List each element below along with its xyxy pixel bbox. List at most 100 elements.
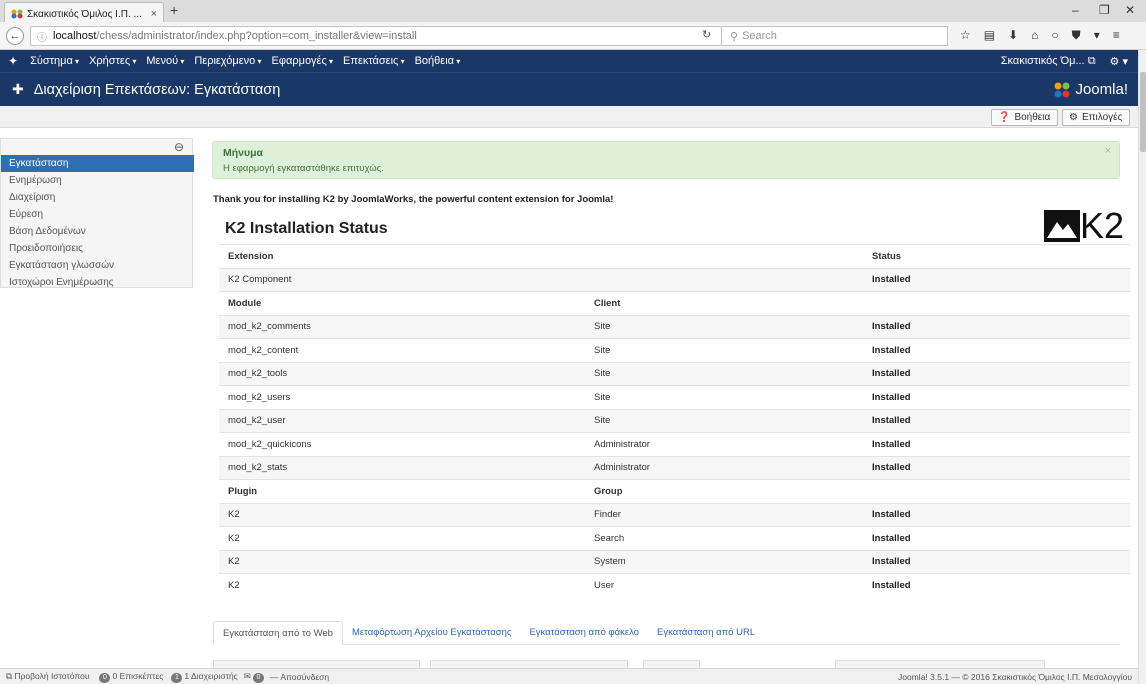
- tab-install-from-web[interactable]: Εγκατάσταση από το Web: [213, 621, 343, 645]
- vertical-scrollbar[interactable]: [1138, 50, 1146, 684]
- joomla-menu-logo-icon[interactable]: ✦: [8, 54, 18, 68]
- table-row: mod_k2_user Site Installed: [219, 408, 1130, 433]
- hamburger-menu-icon[interactable]: ≡: [1113, 28, 1120, 43]
- messages-badge[interactable]: ✉ 0: [244, 671, 266, 683]
- module-status: Installed: [863, 361, 1130, 386]
- scrollbar-thumb[interactable]: [1140, 72, 1146, 152]
- sidebar-collapse-icon[interactable]: ⊖: [174, 140, 184, 154]
- extension-icon[interactable]: ⛊: [1072, 28, 1081, 43]
- tab-install-from-folder[interactable]: Εγκατάσταση από φάκελο: [520, 621, 648, 645]
- header-module: Module: [219, 291, 585, 315]
- k2-mountain-icon: [1044, 210, 1080, 242]
- download-icon[interactable]: ⬇: [1008, 28, 1018, 43]
- header-status: Status: [863, 244, 1130, 268]
- table-row: K2 Search Installed: [219, 526, 1130, 550]
- gear-icon: ⚙: [1069, 112, 1078, 123]
- pocket-icon[interactable]: ○: [1051, 28, 1058, 43]
- new-tab-button[interactable]: +: [170, 2, 178, 18]
- sidebar-item-install[interactable]: Εγκατάσταση: [1, 155, 194, 172]
- overflow-chevron-icon[interactable]: ▾: [1094, 28, 1100, 43]
- sidebar-item-update-sites[interactable]: Ιστοχώροι Ενημέρωσης: [1, 274, 194, 291]
- table-row: K2 Component Installed: [219, 267, 1130, 292]
- module-name: mod_k2_user: [219, 408, 585, 433]
- admins-count: 1: [171, 672, 183, 683]
- sidebar-item-discover[interactable]: Εύρεση: [1, 206, 194, 223]
- restore-icon[interactable]: ❐: [1099, 3, 1110, 17]
- table-row: K2 System Installed: [219, 549, 1130, 574]
- window-close-icon[interactable]: ✕: [1125, 3, 1135, 17]
- plugin-status: Installed: [863, 549, 1130, 574]
- preview-site-link[interactable]: ⧉ Προβολή Ιστοτόπου: [6, 671, 89, 682]
- module-name: mod_k2_stats: [219, 455, 585, 480]
- question-icon: ❓: [998, 112, 1011, 123]
- module-client: Site: [585, 338, 863, 362]
- component-client: [585, 267, 863, 292]
- sidebar-item-update[interactable]: Ενημέρωση: [1, 172, 194, 189]
- alert-close-icon[interactable]: ×: [1105, 145, 1111, 157]
- table-row: K2 Finder Installed: [219, 502, 1130, 527]
- tab-install-from-url[interactable]: Εγκατάσταση από URL: [648, 621, 764, 645]
- external-link-icon: ⧉: [1087, 54, 1096, 67]
- plugin-name: K2: [219, 549, 585, 574]
- component-name: K2 Component: [219, 267, 585, 292]
- alert-message: Η εφαρμογή εγκαταστάθηκε επιτυχώς.: [223, 163, 384, 174]
- plugin-status: Installed: [863, 502, 1130, 527]
- module-name: mod_k2_content: [219, 338, 585, 362]
- sidebar-item-install-languages[interactable]: Εγκατάσταση γλωσσών: [1, 257, 194, 274]
- joomla-logo-icon: [1054, 82, 1070, 97]
- partial-button-group[interactable]: [643, 660, 700, 668]
- partial-filter-field[interactable]: [835, 660, 1045, 668]
- sidebar-item-manage[interactable]: Διαχείριση: [1, 189, 194, 206]
- reload-icon[interactable]: ↻: [702, 28, 711, 41]
- plugin-name: K2: [219, 573, 585, 597]
- module-status: Installed: [863, 432, 1130, 456]
- menu-content[interactable]: Περιεχόμενο: [194, 55, 261, 67]
- menu-system[interactable]: Σύστημα: [30, 55, 79, 67]
- table-row: K2 User Installed: [219, 573, 1130, 597]
- options-button[interactable]: ⚙ Επιλογές: [1062, 109, 1130, 126]
- plugin-group: System: [585, 549, 863, 574]
- menu-right: Σκακιστικός Όμ... ⧉ ⚙ ▾: [1001, 55, 1128, 68]
- minimize-icon[interactable]: –: [1072, 3, 1079, 17]
- logout-link[interactable]: — Αποσύνδεση: [270, 672, 329, 682]
- module-client: Site: [585, 408, 863, 433]
- search-placeholder: Search: [742, 30, 777, 42]
- visitors-badge: 00 Επισκέπτες: [97, 671, 163, 683]
- table-row: mod_k2_content Site Installed: [219, 338, 1130, 362]
- tab-upload-package[interactable]: Μεταφόρτωση Αρχείου Εγκατάστασης: [343, 621, 520, 645]
- k2-logo-text: K2: [1080, 205, 1125, 246]
- menu-users[interactable]: Χρήστες: [89, 55, 136, 67]
- joomla-brand-logo: Joomla!: [1053, 81, 1128, 98]
- browser-tab[interactable]: Σκακιστικός Όμιλος Ι.Π. ... ×: [4, 2, 164, 22]
- back-arrow-icon[interactable]: ←: [6, 27, 24, 45]
- tab-close-icon[interactable]: ×: [151, 8, 157, 20]
- module-status: Installed: [863, 314, 1130, 339]
- module-name: mod_k2_quickicons: [219, 432, 585, 456]
- browser-search-input[interactable]: ⚲ Search: [722, 26, 948, 46]
- menu-components[interactable]: Εφαρμογές: [272, 55, 334, 67]
- alert-title: Μήνυμα: [223, 147, 263, 159]
- table-header-row: Extension Status: [219, 244, 1130, 268]
- home-icon[interactable]: ⌂: [1031, 28, 1038, 43]
- url-bar[interactable]: ⓘ localhost/chess/administrator/index.ph…: [30, 26, 722, 46]
- module-client: Administrator: [585, 455, 863, 480]
- reading-list-icon[interactable]: ▤: [984, 28, 995, 43]
- sidebar-item-database[interactable]: Βάση Δεδομένων: [1, 223, 194, 240]
- header-empty: [863, 291, 1130, 315]
- info-icon[interactable]: ⓘ: [37, 29, 47, 44]
- sidebar-nav: Εγκατάσταση Ενημέρωση Διαχείριση Εύρεση …: [1, 155, 194, 291]
- bookmark-star-icon[interactable]: ☆: [960, 28, 971, 43]
- module-name: mod_k2_comments: [219, 314, 585, 339]
- menu-help[interactable]: Βοήθεια: [415, 55, 461, 67]
- help-button[interactable]: ❓ Βοήθεια: [991, 109, 1058, 126]
- plugin-status: Installed: [863, 526, 1130, 550]
- page-title: Διαχείριση Επεκτάσεων: Εγκατάσταση: [33, 81, 281, 98]
- partial-search-field[interactable]: [430, 660, 628, 668]
- minus-icon: —: [269, 671, 279, 682]
- menu-extensions[interactable]: Επεκτάσεις: [343, 55, 405, 67]
- menu-menus[interactable]: Μενού: [146, 55, 184, 67]
- user-gear-icon[interactable]: ⚙ ▾: [1110, 55, 1128, 68]
- site-name-link[interactable]: Σκακιστικός Όμ... ⧉: [1001, 55, 1096, 68]
- sidebar-item-warnings[interactable]: Προειδοποιήσεις: [1, 240, 194, 257]
- footer-copyright: Joomla! 3.5.1 — © 2016 Σκακιστικός Όμιλο…: [898, 671, 1132, 682]
